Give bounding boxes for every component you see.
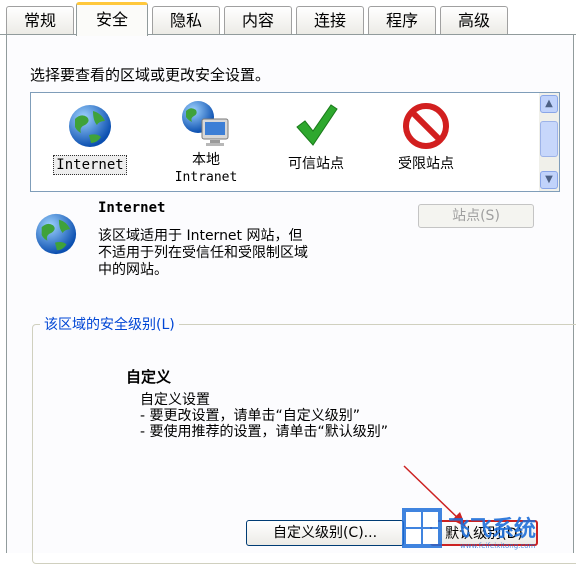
zone-description-line: 该区域适用于 Internet 网站，但: [98, 228, 303, 244]
sites-button[interactable]: 站点(S): [418, 204, 534, 228]
zone-list[interactable]: Internet 本地 Intranet 可信站点 受限站点 ▲ ▼: [30, 92, 560, 192]
watermark-logo: 飞飞系统 www.feifeixitong.com: [402, 508, 536, 550]
zone-prompt: 选择要查看的区域或更改安全设置。: [30, 66, 271, 84]
custom-level-button[interactable]: 自定义级别(C)...: [246, 520, 404, 546]
scroll-down-icon[interactable]: ▼: [540, 171, 558, 189]
custom-level-title: 自定义: [126, 368, 172, 386]
svg-text:www.feifeixitong.com: www.feifeixitong.com: [460, 542, 536, 550]
zone-trusted-label: 可信站点: [288, 156, 344, 172]
zone-title: Internet: [98, 200, 166, 216]
custom-description-line: - 要使用推荐的设置，请单击“默认级别”: [140, 424, 389, 440]
zone-list-scrollbar[interactable]: ▲ ▼: [539, 93, 559, 191]
zone-local-intranet[interactable]: 本地 Intranet: [161, 97, 251, 189]
globe-icon: [35, 213, 77, 255]
tab-programs[interactable]: 程序: [368, 6, 436, 34]
svg-text:飞飞系统: 飞飞系统: [448, 516, 536, 542]
zone-trusted-sites[interactable]: 可信站点: [271, 97, 361, 189]
zone-local-label: 本地: [192, 152, 220, 168]
zone-internet[interactable]: Internet: [45, 97, 135, 189]
zone-internet-label: Internet: [53, 155, 127, 175]
zone-description-line: 不适用于列在受信任和受限制区域: [98, 245, 308, 261]
zone-restricted-sites[interactable]: 受限站点: [381, 97, 471, 189]
zone-description: 该区域适用于 Internet 网站，但 不适用于列在受信任和受限制区域 中的网…: [98, 228, 388, 279]
security-level-label: 该区域的安全级别(L): [40, 314, 179, 334]
checkmark-icon: [296, 104, 338, 146]
globe-icon: [69, 105, 111, 147]
tab-privacy[interactable]: 隐私: [152, 6, 220, 34]
computer-globe-icon: [182, 101, 229, 146]
custom-description-line: 自定义设置: [140, 392, 210, 408]
scroll-up-icon[interactable]: ▲: [540, 95, 558, 113]
custom-level-description: 自定义设置 - 要更改设置，请单击“自定义级别” - 要使用推荐的设置，请单击“…: [140, 392, 388, 440]
no-entry-icon: [403, 103, 449, 149]
zone-intranet-label: Intranet: [174, 170, 238, 185]
tab-advanced[interactable]: 高级: [440, 6, 508, 34]
tab-general[interactable]: 常规: [6, 6, 74, 34]
tab-connections[interactable]: 连接: [296, 6, 364, 34]
tab-strip: 常规 安全 隐私 内容 连接 程序 高级: [0, 0, 576, 36]
custom-description-line: - 要更改设置，请单击“自定义级别”: [140, 408, 361, 424]
scroll-thumb[interactable]: [540, 121, 558, 157]
zone-description-line: 中的网站。: [98, 262, 168, 278]
tab-security[interactable]: 安全: [76, 2, 148, 36]
zone-restricted-label: 受限站点: [398, 156, 454, 172]
tab-content[interactable]: 内容: [224, 6, 292, 34]
